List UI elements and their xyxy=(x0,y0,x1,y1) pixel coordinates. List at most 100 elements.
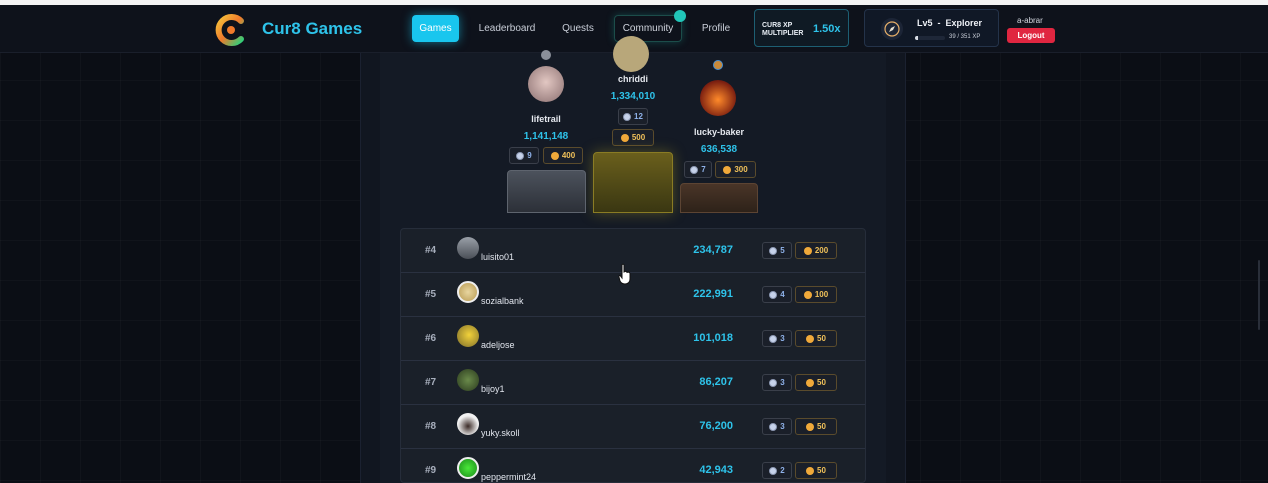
podium-coins-chip-first: 500 xyxy=(612,129,654,146)
podium-games-chip-first: 12 xyxy=(618,108,648,125)
games-played-icon xyxy=(769,290,778,299)
bronze-medal-icon xyxy=(713,60,723,70)
games-played-icon xyxy=(516,151,525,160)
games-played-icon xyxy=(769,422,778,431)
table-row[interactable]: #6 adeljose 101,018 3 50 xyxy=(401,317,865,361)
row-username[interactable]: adeljose xyxy=(481,340,515,350)
row-rank: #4 xyxy=(425,245,437,256)
row-coins-chip: 100 xyxy=(795,286,837,303)
games-played-icon xyxy=(769,466,778,475)
podium-name-second[interactable]: lifetrail xyxy=(501,114,591,124)
podium-games-chip-third: 7 xyxy=(684,161,712,178)
level-card[interactable]: Lv5 - Explorer 39 / 351 XP xyxy=(864,9,999,47)
podium-coins-chip-second: 400 xyxy=(543,147,583,164)
logout-button[interactable]: Logout xyxy=(1007,28,1055,43)
row-score: 101,018 xyxy=(693,332,733,344)
community-notification-dot xyxy=(674,10,686,22)
row-score: 76,200 xyxy=(699,420,733,432)
row-username[interactable]: peppermint24 xyxy=(481,472,536,482)
row-avatar xyxy=(457,237,479,259)
coin-icon xyxy=(806,334,815,343)
page-scrollbar[interactable] xyxy=(1258,260,1260,330)
coin-icon xyxy=(806,422,815,431)
podium-coins-chip-third: 300 xyxy=(715,161,756,178)
coin-icon xyxy=(806,378,815,387)
table-row[interactable]: #9 peppermint24 42,943 2 50 xyxy=(401,449,865,482)
podium-name-first[interactable]: chriddi xyxy=(588,74,678,84)
row-avatar xyxy=(457,281,479,303)
coin-icon xyxy=(806,466,815,475)
row-games-chip: 2 xyxy=(762,462,792,479)
podium-score-second: 1,141,148 xyxy=(523,131,569,142)
podium-block-first xyxy=(593,152,673,213)
table-row[interactable]: #7 bijoy1 86,207 3 50 xyxy=(401,361,865,405)
mouse-cursor-icon xyxy=(618,263,631,285)
podium-avatar-third[interactable] xyxy=(700,80,736,116)
xp-multiplier-label: CUR8 XP MULTIPLIER xyxy=(762,22,804,37)
row-avatar xyxy=(457,325,479,347)
level-title: Lv5 - Explorer xyxy=(917,18,983,28)
row-avatar xyxy=(457,457,479,479)
row-coins-chip: 50 xyxy=(795,374,837,391)
coin-icon xyxy=(803,290,812,299)
row-avatar xyxy=(457,413,479,435)
row-score: 86,207 xyxy=(699,376,733,388)
coin-icon xyxy=(620,133,629,142)
row-avatar xyxy=(457,369,479,391)
coin-icon xyxy=(803,246,812,255)
silver-medal-icon xyxy=(541,50,551,60)
row-username[interactable]: luisito01 xyxy=(481,252,514,262)
xp-multiplier-value: 1.50x xyxy=(813,23,841,35)
nav-quests[interactable]: Quests xyxy=(556,15,600,42)
row-rank: #6 xyxy=(425,333,437,344)
username: a-abrar xyxy=(1017,16,1043,25)
level-progress-bar xyxy=(915,36,945,40)
row-rank: #7 xyxy=(425,377,437,388)
row-username[interactable]: bijoy1 xyxy=(481,384,505,394)
brand-name[interactable]: Cur8 Games xyxy=(262,19,362,39)
row-games-chip: 3 xyxy=(762,374,792,391)
row-rank: #8 xyxy=(425,421,437,432)
level-xp-text: 39 / 351 XP xyxy=(949,34,981,40)
podium-score-first: 1,334,010 xyxy=(610,91,656,102)
games-played-icon xyxy=(769,334,778,343)
podium-avatar-first[interactable] xyxy=(613,36,649,72)
compass-icon xyxy=(881,18,903,40)
podium-block-third xyxy=(680,183,758,213)
games-played-icon xyxy=(690,165,699,174)
nav-leaderboard[interactable]: Leaderboard xyxy=(474,15,540,42)
leaderboard-table: #4 luisito01 234,787 5 200 #5 sozialbank… xyxy=(400,228,866,483)
row-score: 222,991 xyxy=(693,288,733,300)
row-coins-chip: 50 xyxy=(795,418,837,435)
podium-avatar-second[interactable] xyxy=(528,66,564,102)
podium-block-second xyxy=(507,170,586,213)
nav-games[interactable]: Games xyxy=(412,15,459,42)
row-coins-chip: 50 xyxy=(795,462,837,479)
row-username[interactable]: sozialbank xyxy=(481,296,524,306)
row-games-chip: 3 xyxy=(762,330,792,347)
row-games-chip: 3 xyxy=(762,418,792,435)
podium-games-chip-second: 9 xyxy=(509,147,539,164)
table-row[interactable]: #4 luisito01 234,787 5 200 xyxy=(401,229,865,273)
row-coins-chip: 200 xyxy=(795,242,837,259)
row-username[interactable]: yuky.skoll xyxy=(481,428,519,438)
coin-icon xyxy=(723,165,732,174)
games-played-icon xyxy=(623,112,632,121)
cur8-logo-icon[interactable] xyxy=(213,12,249,48)
nav-profile[interactable]: Profile xyxy=(697,15,735,42)
xp-multiplier-card: CUR8 XP MULTIPLIER 1.50x xyxy=(754,9,849,47)
table-row[interactable]: #5 sozialbank 222,991 4 100 xyxy=(401,273,865,317)
row-games-chip: 5 xyxy=(762,242,792,259)
podium-score-third: 636,538 xyxy=(700,144,738,155)
row-score: 42,943 xyxy=(699,464,733,476)
podium-name-third[interactable]: lucky-baker xyxy=(674,127,764,137)
row-score: 234,787 xyxy=(693,244,733,256)
games-played-icon xyxy=(769,246,778,255)
row-rank: #9 xyxy=(425,465,437,476)
row-games-chip: 4 xyxy=(762,286,792,303)
row-rank: #5 xyxy=(425,289,437,300)
table-row[interactable]: #8 yuky.skoll 76,200 3 50 xyxy=(401,405,865,449)
games-played-icon xyxy=(769,378,778,387)
row-coins-chip: 50 xyxy=(795,330,837,347)
coin-icon xyxy=(550,151,559,160)
